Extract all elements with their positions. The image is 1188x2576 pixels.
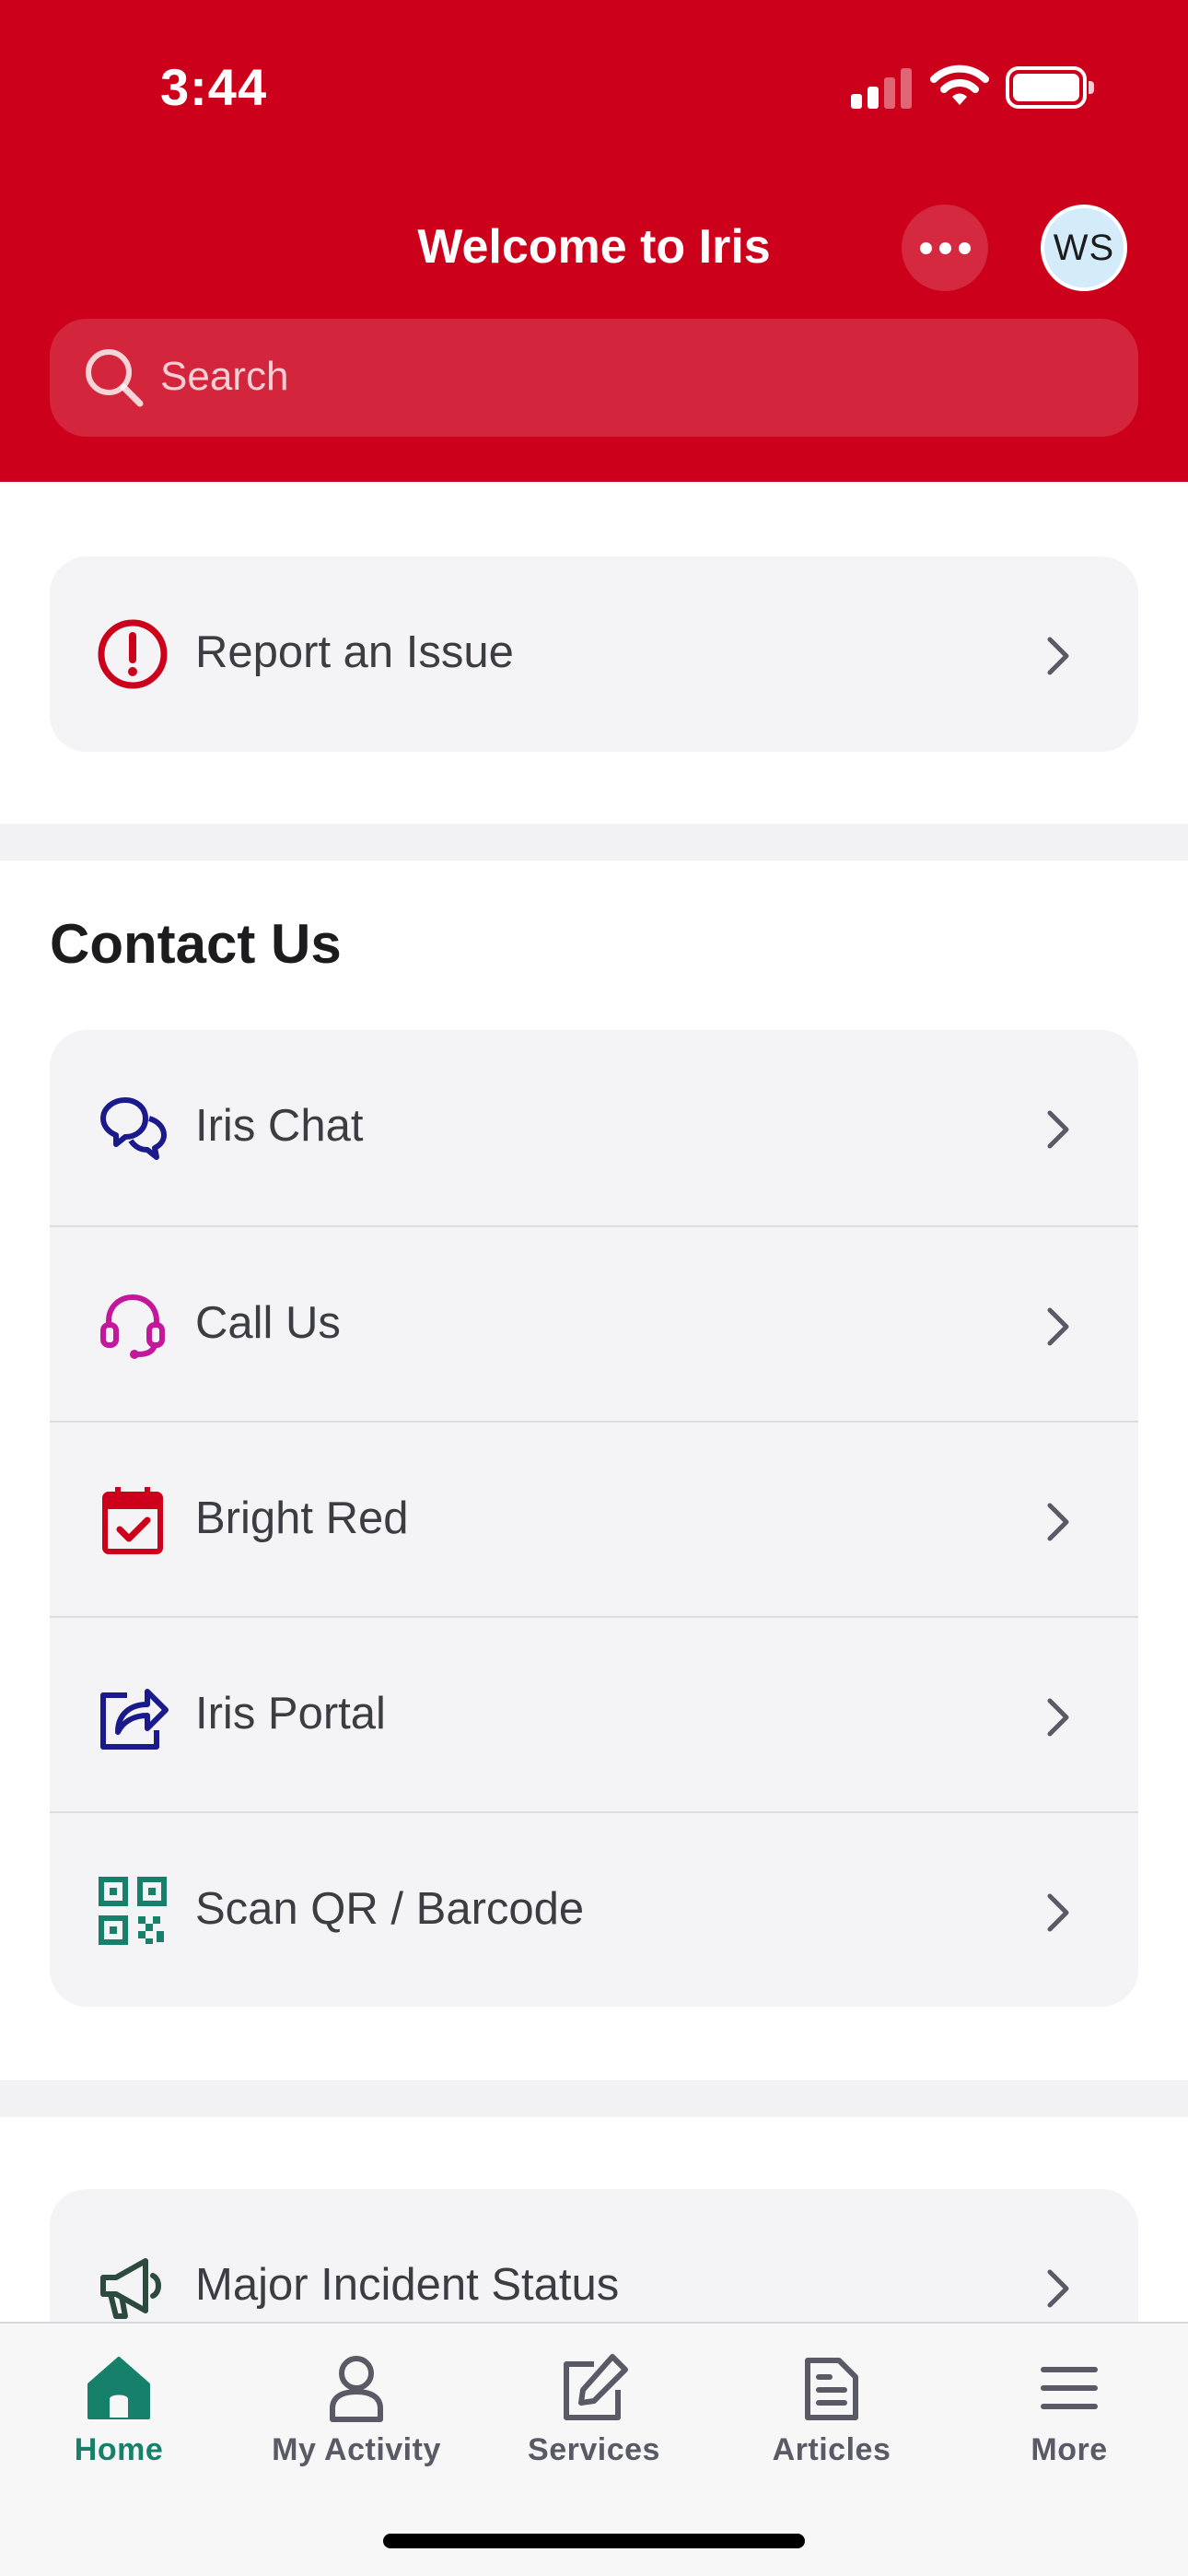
battery-icon <box>1006 66 1094 109</box>
chevron-right-icon <box>1047 2269 1069 2308</box>
section-divider <box>0 824 1188 861</box>
cellular-signal-icon <box>851 66 912 109</box>
row-label: Scan QR / Barcode <box>195 1884 585 1934</box>
contact-item-bright-red[interactable]: Bright Red <box>50 1421 1138 1616</box>
row-label: Bright Red <box>195 1493 409 1543</box>
row-label: Iris Portal <box>195 1689 386 1739</box>
chevron-right-icon <box>1047 1503 1069 1541</box>
person-icon <box>330 2356 383 2422</box>
tab-label: Home <box>74 2432 164 2467</box>
tab-label: Services <box>528 2432 660 2467</box>
tab-home[interactable]: Home <box>0 2324 238 2499</box>
share-arrow-icon <box>100 1689 169 1750</box>
search-icon <box>86 349 144 407</box>
chevron-right-icon <box>1047 1110 1069 1149</box>
chat-bubbles-icon <box>100 1097 167 1160</box>
tab-services[interactable]: Services <box>475 2324 713 2499</box>
status-time: 3:44 <box>160 58 268 116</box>
tab-articles[interactable]: Articles <box>713 2324 950 2499</box>
contact-item-scan-qr[interactable]: Scan QR / Barcode <box>50 1811 1138 2007</box>
wifi-icon <box>930 64 989 105</box>
home-icon <box>87 2357 150 2419</box>
edit-icon <box>564 2354 628 2420</box>
tab-my-activity[interactable]: My Activity <box>238 2324 475 2499</box>
ellipsis-icon <box>919 241 932 254</box>
chevron-right-icon <box>1047 1893 1069 1932</box>
home-indicator[interactable] <box>383 2534 805 2548</box>
contact-item-call-us[interactable]: Call Us <box>50 1225 1138 1421</box>
report-card: Report an Issue <box>50 556 1138 752</box>
tab-label: More <box>1031 2432 1108 2467</box>
megaphone-icon <box>100 2258 161 2319</box>
row-label: Call Us <box>195 1298 341 1348</box>
chevron-right-icon <box>1047 637 1069 675</box>
app-header: 3:44 Welcome to Iris WS Search <box>0 0 1188 482</box>
report-issue-row[interactable]: Report an Issue <box>50 556 1138 752</box>
search-placeholder: Search <box>160 354 289 399</box>
more-options-button[interactable] <box>902 205 988 291</box>
tab-label: My Activity <box>272 2432 441 2467</box>
chevron-right-icon <box>1047 1698 1069 1737</box>
menu-icon <box>1041 2367 1098 2409</box>
section-title: Contact Us <box>50 913 342 975</box>
contact-card: Iris Chat Call Us Bright Red Iris Portal <box>50 1030 1138 2007</box>
contact-item-iris-portal[interactable]: Iris Portal <box>50 1616 1138 1811</box>
avatar[interactable]: WS <box>1041 205 1127 291</box>
chevron-right-icon <box>1047 1307 1069 1346</box>
row-label: Iris Chat <box>195 1101 364 1151</box>
page-title: Welcome to Iris <box>417 220 771 274</box>
contact-item-iris-chat[interactable]: Iris Chat <box>50 1030 1138 1225</box>
document-icon <box>805 2358 858 2420</box>
headset-icon <box>100 1294 165 1359</box>
row-label: Major Incident Status <box>195 2260 620 2310</box>
section-divider <box>0 2080 1188 2117</box>
alert-circle-icon <box>98 619 168 689</box>
calendar-check-icon <box>102 1487 163 1554</box>
search-input[interactable]: Search <box>50 319 1138 437</box>
row-label: Report an Issue <box>195 627 514 677</box>
qr-code-icon <box>99 1877 167 1945</box>
tab-label: Articles <box>772 2432 891 2467</box>
tab-more[interactable]: More <box>950 2324 1188 2499</box>
